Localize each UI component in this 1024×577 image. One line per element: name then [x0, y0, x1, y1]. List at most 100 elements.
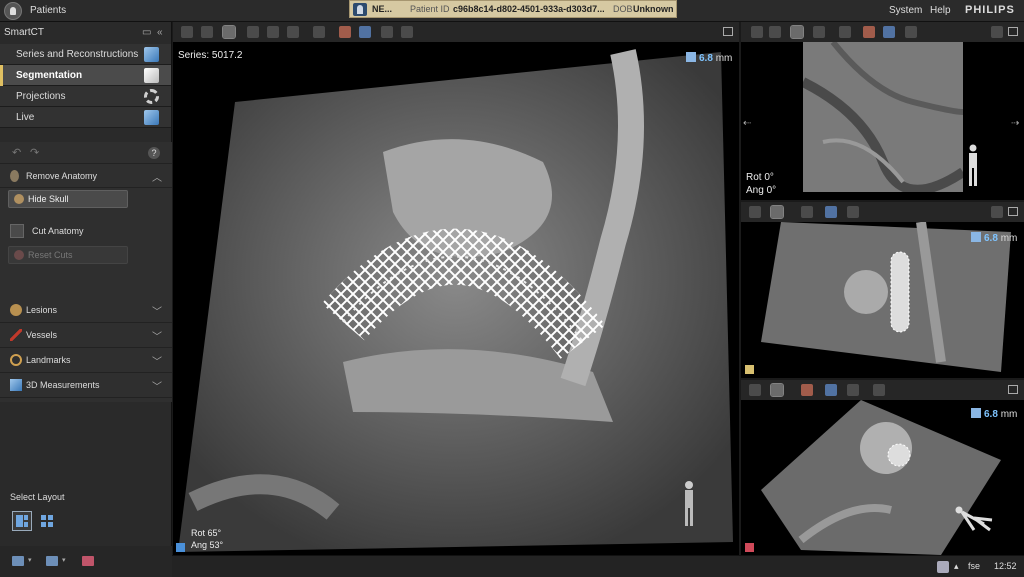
zoom-tool-icon[interactable]: [749, 206, 761, 218]
slab-value: 6.8: [984, 409, 998, 420]
rotation-icon: [144, 89, 159, 104]
reset-view-icon[interactable]: [381, 26, 393, 38]
landmarks-label: Landmarks: [26, 355, 71, 365]
rotate-tool-icon[interactable]: [769, 26, 781, 38]
angulation-readout: Ang 0°: [746, 185, 777, 196]
reset-view-icon[interactable]: [847, 206, 859, 218]
bottom-right-viewport[interactable]: 6.8 mm: [741, 380, 1024, 555]
chevron-down-icon: ﹀: [152, 357, 162, 368]
patient-icon: [353, 3, 367, 16]
orientation-figure-icon[interactable]: [963, 144, 983, 188]
slab-thickness[interactable]: 6.8 mm: [686, 52, 732, 64]
maximize-viewport-icon[interactable]: [1008, 385, 1018, 394]
pan-right-arrow-icon[interactable]: ⇢: [1011, 118, 1019, 129]
landmark-icon: [10, 354, 22, 366]
zoom-tool-icon[interactable]: [247, 26, 259, 38]
orientation-figure-icon[interactable]: [954, 504, 994, 534]
cube-icon: [144, 47, 159, 62]
maximize-viewport-icon[interactable]: [723, 27, 733, 36]
reset-view-icon[interactable]: [905, 26, 917, 38]
chevron-down-icon: ﹀: [152, 307, 162, 318]
zoom-tool-icon[interactable]: [813, 26, 825, 38]
nav-label: Series and Reconstructions: [16, 49, 139, 60]
select-tool-icon[interactable]: [770, 205, 784, 219]
user-icon[interactable]: [937, 561, 949, 573]
top-right-viewport[interactable]: ⇠ ⇢ Rot 0° Ang 0°: [741, 22, 1024, 200]
rotate-tool-icon[interactable]: [201, 26, 213, 38]
landmarks-section[interactable]: Landmarks ﹀: [0, 348, 172, 373]
nav-projections[interactable]: Projections: [0, 86, 171, 107]
maximize-viewport-icon[interactable]: [1008, 207, 1018, 216]
system-menu[interactable]: System: [889, 5, 922, 16]
layout-2x2-icon: [41, 515, 53, 527]
skull-icon: [14, 194, 24, 204]
redo-icon[interactable]: ↷: [30, 146, 39, 159]
pan-tool-icon[interactable]: [751, 26, 763, 38]
cut-anatomy-button[interactable]: Cut Anatomy: [8, 222, 158, 240]
export-icon[interactable]: [12, 556, 24, 566]
maximize-viewport-icon[interactable]: [1008, 27, 1018, 36]
orientation-figure-icon[interactable]: [679, 480, 699, 530]
nav-series-and-reconstructions[interactable]: Series and Reconstructions: [0, 44, 171, 65]
export-dropdown-icon[interactable]: ▾: [28, 556, 32, 564]
nav-live[interactable]: Live: [0, 107, 171, 128]
angulation-readout: Ang 53°: [191, 540, 224, 550]
layout-1plus3-button[interactable]: [12, 511, 32, 531]
3d-measurements-section[interactable]: 3D Measurements ﹀: [0, 373, 172, 398]
reset-cuts-button[interactable]: Reset Cuts: [8, 246, 128, 264]
anatomy-tool-icon[interactable]: [339, 26, 351, 38]
slab-thickness[interactable]: 6.8 mm: [971, 232, 1017, 244]
hide-skull-button[interactable]: Hide Skull: [8, 190, 128, 208]
layout-2x2-button[interactable]: [37, 511, 57, 531]
middle-right-viewport[interactable]: 6.8 mm: [741, 202, 1024, 378]
patients-icon[interactable]: [4, 2, 22, 20]
select-tool-icon[interactable]: [770, 383, 784, 397]
select-tool-icon[interactable]: [222, 25, 236, 39]
slab-thickness[interactable]: 6.8 mm: [971, 408, 1017, 420]
patients-button[interactable]: Patients: [30, 5, 66, 16]
pan-tool-icon[interactable]: [181, 26, 193, 38]
series-label: Series: 5017.2: [178, 50, 243, 61]
vessels-section[interactable]: Vessels ﹀: [0, 323, 172, 348]
snapshot-icon[interactable]: [82, 556, 94, 566]
measure-tool-icon[interactable]: [839, 26, 851, 38]
slab-unit: mm: [1000, 409, 1018, 420]
capture-dropdown-icon[interactable]: ▾: [62, 556, 66, 564]
top-bar: Patients NE... Patient ID c96b8c14-d802-…: [0, 0, 1024, 22]
capture-icon[interactable]: [46, 556, 58, 566]
color-map-icon[interactable]: [883, 26, 895, 38]
reset-view-icon[interactable]: [847, 384, 859, 396]
patient-info-strip[interactable]: NE... Patient ID c96b8c14-d802-4501-933a…: [349, 0, 677, 18]
help-icon[interactable]: ?: [148, 147, 160, 159]
color-map-icon[interactable]: [359, 26, 371, 38]
rotation-readout: Rot 0°: [746, 172, 774, 183]
lesions-section[interactable]: Lesions ﹀: [0, 298, 172, 323]
remove-anatomy-header[interactable]: Remove Anatomy ︿: [0, 164, 172, 188]
overlay-tool-icon[interactable]: [401, 26, 413, 38]
select-tool-icon[interactable]: [790, 25, 804, 39]
measure-tool-icon[interactable]: [313, 26, 325, 38]
panel-menu-icon[interactable]: ▭: [142, 27, 151, 38]
zoom-tool-icon[interactable]: [749, 384, 761, 396]
slab-icon: [971, 232, 981, 242]
swap-view-icon[interactable]: [991, 206, 1003, 218]
nav-label: Segmentation: [16, 70, 83, 81]
help-menu[interactable]: Help: [930, 5, 951, 16]
scroll-tool-icon[interactable]: [287, 26, 299, 38]
nav-segmentation[interactable]: Segmentation: [0, 65, 171, 86]
anatomy-tool-icon[interactable]: [863, 26, 875, 38]
remove-anatomy-body: Hide Skull Cut Anatomy Reset Cuts: [0, 188, 172, 298]
color-map-icon[interactable]: [825, 384, 837, 396]
color-map-icon[interactable]: [825, 206, 837, 218]
undo-icon[interactable]: ↶: [12, 146, 21, 159]
swap-view-icon[interactable]: [991, 26, 1003, 38]
overlay-tool-icon[interactable]: [873, 384, 885, 396]
pan-left-arrow-icon[interactable]: ⇠: [743, 118, 751, 129]
status-bar: ▴ fse 12:52: [172, 555, 1024, 577]
measure-tool-icon[interactable]: [801, 206, 813, 218]
hide-skull-label: Hide Skull: [28, 194, 69, 204]
collapse-panel-icon[interactable]: «: [157, 27, 163, 38]
main-viewport[interactable]: Series: 5017.2 6.8 mm Rot 65° Ang 53°: [173, 22, 739, 555]
window-tool-icon[interactable]: [267, 26, 279, 38]
anatomy-tool-icon[interactable]: [801, 384, 813, 396]
